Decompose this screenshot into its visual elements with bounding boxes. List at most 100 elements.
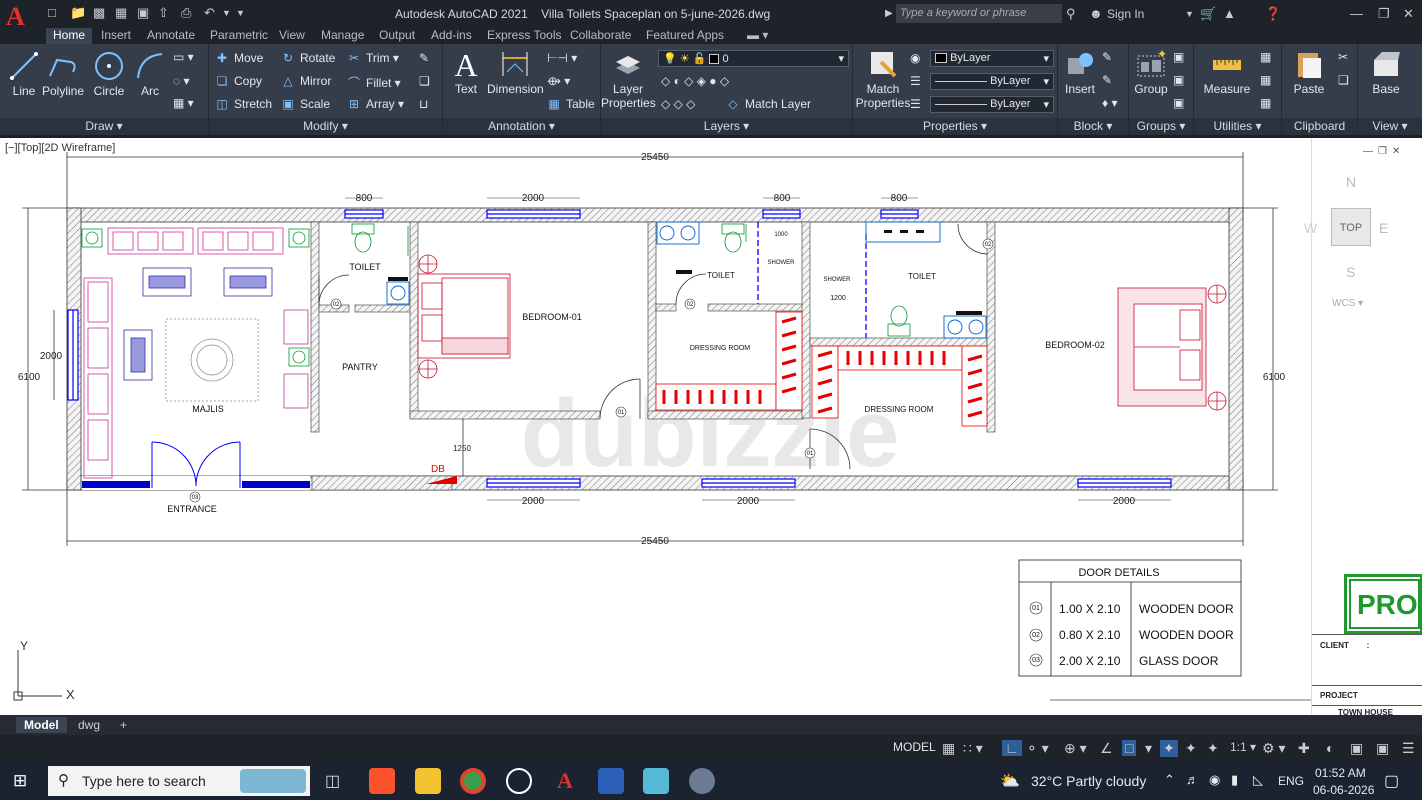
table-button[interactable]: ▦ Table <box>547 97 594 111</box>
offset-icon[interactable]: ⊔ <box>419 97 428 111</box>
tray-chevron-icon[interactable]: ⌃ <box>1164 772 1175 788</box>
annotation-visibility-icon[interactable]: ✦ <box>1160 740 1178 757</box>
group-button[interactable]: ✦ Group <box>1131 48 1171 96</box>
array-button[interactable]: ⊞ Array ▾ <box>347 97 404 111</box>
chrome-icon[interactable] <box>460 768 486 794</box>
model-space-button[interactable]: MODEL <box>893 740 936 754</box>
gradient-icon[interactable]: ▦ ▾ <box>173 96 194 110</box>
paste-button[interactable]: Paste <box>1286 48 1332 96</box>
viewcube-north[interactable]: N <box>1346 174 1356 190</box>
cut-icon[interactable]: ✂ <box>1338 50 1348 64</box>
match-properties-button[interactable]: Match Properties <box>855 48 911 110</box>
weather-icon[interactable]: ⛅ <box>1000 771 1020 791</box>
lineweight-icon[interactable]: ☰ <box>910 74 921 88</box>
search-icon[interactable]: ⚲ <box>1066 6 1076 22</box>
panel-view-title[interactable]: View ▾ <box>1358 118 1422 135</box>
object-snap-icon[interactable]: □ <box>1122 740 1137 756</box>
tab-parametric[interactable]: Parametric <box>203 28 275 44</box>
tab-featured-apps[interactable]: Featured Apps <box>639 28 731 44</box>
annotation-scale-icon[interactable]: ✦ <box>1207 740 1219 757</box>
taskbar-search-input[interactable]: ⚲ Type here to search <box>48 766 310 796</box>
workspace-gear-icon[interactable]: ⚙ ▾ <box>1262 740 1285 757</box>
viewcube-east[interactable]: E <box>1379 220 1388 236</box>
new-file-icon[interactable]: □ <box>48 5 56 21</box>
annotation-monitor-icon[interactable]: ✚ <box>1298 740 1310 757</box>
save-icon[interactable]: ▩ <box>93 5 105 21</box>
user-icon[interactable]: ☻ <box>1089 6 1103 21</box>
fillet-button[interactable]: ⌒ Fillet ▾ <box>347 74 401 91</box>
ribbon-minimize-icon[interactable]: ▬ ▾ <box>740 28 775 44</box>
leader-icon[interactable]: ⊢⊣ ▾ <box>547 51 577 65</box>
save-as-icon[interactable]: ▦ <box>115 5 127 21</box>
arc-button[interactable]: Arc <box>132 50 168 98</box>
autoscale-icon[interactable]: ✦ <box>1185 740 1197 757</box>
media-app-icon[interactable] <box>689 768 715 794</box>
tab-output[interactable]: Output <box>372 28 422 44</box>
quick-access-menu-icon[interactable]: ▼ <box>236 8 245 24</box>
windows-start-icon[interactable]: ⊞ <box>13 771 27 791</box>
viewcube-top-face[interactable]: TOP <box>1331 208 1371 246</box>
web-mobile-icon[interactable]: ▣ <box>137 5 149 21</box>
linetype-icon[interactable]: ☰ <box>910 97 921 111</box>
sign-in-button[interactable]: Sign In <box>1107 7 1144 21</box>
viewcube-west[interactable]: W <box>1304 220 1317 236</box>
panel-properties-title[interactable]: Properties ▾ <box>853 118 1057 135</box>
undo-dropdown-icon[interactable]: ▼ <box>222 8 231 24</box>
viewport-window-controls[interactable]: —❐✕ <box>1363 146 1405 157</box>
polar-icon[interactable]: ⚬ ▾ <box>1026 740 1049 757</box>
dimension-button[interactable]: Dimension <box>487 48 544 96</box>
wifi-icon[interactable]: ◺ <box>1253 772 1263 788</box>
panel-clipboard-title[interactable]: Clipboard <box>1282 118 1357 135</box>
search-arrow-icon[interactable]: ▶ <box>885 8 893 19</box>
object-snap-tracking-icon[interactable]: ∠ <box>1100 740 1113 757</box>
tab-express-tools[interactable]: Express Tools <box>480 28 568 44</box>
customization-icon[interactable]: ☰ <box>1402 740 1415 757</box>
create-block-icon[interactable]: ✎ <box>1102 50 1112 64</box>
task-view-icon[interactable]: ◫ <box>325 771 340 791</box>
group-edit-icon[interactable]: ▣ <box>1173 73 1184 87</box>
mtext-icon[interactable]: ⟴ ▾ <box>547 74 570 88</box>
snap-icon[interactable]: ∷ ▾ <box>963 740 983 757</box>
tab-manage[interactable]: Manage <box>314 28 371 44</box>
add-layout-button[interactable]: + <box>112 717 135 733</box>
clock-time[interactable]: 01:52 AM <box>1315 766 1366 780</box>
ungroup-icon[interactable]: ▣ <box>1173 50 1184 64</box>
match-layer-button[interactable]: ◇ Match Layer <box>726 97 811 111</box>
restore-window-icon[interactable]: ❐ <box>1378 6 1390 22</box>
speaker-icon[interactable]: ♬ <box>1186 772 1199 787</box>
weather-text[interactable]: 32°C Partly cloudy <box>1031 773 1146 789</box>
viewcube-south[interactable]: S <box>1346 264 1355 280</box>
language-indicator[interactable]: ENG <box>1278 774 1304 788</box>
group-selection-icon[interactable]: ▣ <box>1173 96 1184 110</box>
panel-layers-title[interactable]: Layers ▾ <box>601 118 852 135</box>
tab-layout-dwg[interactable]: dwg <box>70 717 108 733</box>
file-explorer-icon[interactable] <box>415 768 441 794</box>
measure-button[interactable]: Measure <box>1200 48 1254 96</box>
brave-browser-icon[interactable] <box>369 768 395 794</box>
sign-in-dropdown-icon[interactable]: ▼ <box>1185 9 1194 19</box>
notification-icon[interactable]: ▢ <box>1384 771 1399 791</box>
rectangle-icon[interactable]: ▭ ▾ <box>173 50 194 64</box>
plot-icon[interactable]: ⎙ <box>181 5 191 21</box>
open-file-icon[interactable]: 📁 <box>70 5 86 21</box>
polyline-button[interactable]: Polyline <box>42 50 84 98</box>
lineweight-dropdown[interactable]: ByLayer ▾ <box>930 73 1054 90</box>
clock-date[interactable]: 06-06-2026 <box>1313 783 1374 797</box>
tab-collaborate[interactable]: Collaborate <box>563 28 638 44</box>
autodesk-account-icon[interactable]: ▲ <box>1223 6 1236 21</box>
layer-tools-row2-icon[interactable]: ◇ ◇ ◇ <box>661 97 695 111</box>
hardware-acceleration-icon[interactable]: ▣ <box>1350 740 1363 757</box>
explode-icon[interactable]: ❏ <box>419 74 430 88</box>
stretch-button[interactable]: ◫ Stretch <box>215 97 272 111</box>
word-icon[interactable] <box>598 768 624 794</box>
insert-block-button[interactable]: Insert <box>1060 48 1100 96</box>
edit-block-icon[interactable]: ✎ <box>1102 73 1112 87</box>
rotate-button[interactable]: ↻ Rotate <box>281 51 335 65</box>
circle-button[interactable]: Circle <box>90 50 128 98</box>
ortho-icon[interactable]: ∟ <box>1002 740 1022 756</box>
object-snap-dropdown-icon[interactable]: ▾ <box>1145 740 1152 757</box>
base-view-button[interactable]: Base <box>1364 48 1408 96</box>
text-button[interactable]: A Text <box>449 48 483 96</box>
battery-icon[interactable]: ▮ <box>1231 772 1238 788</box>
copy-button[interactable]: ❏ Copy <box>215 74 262 88</box>
